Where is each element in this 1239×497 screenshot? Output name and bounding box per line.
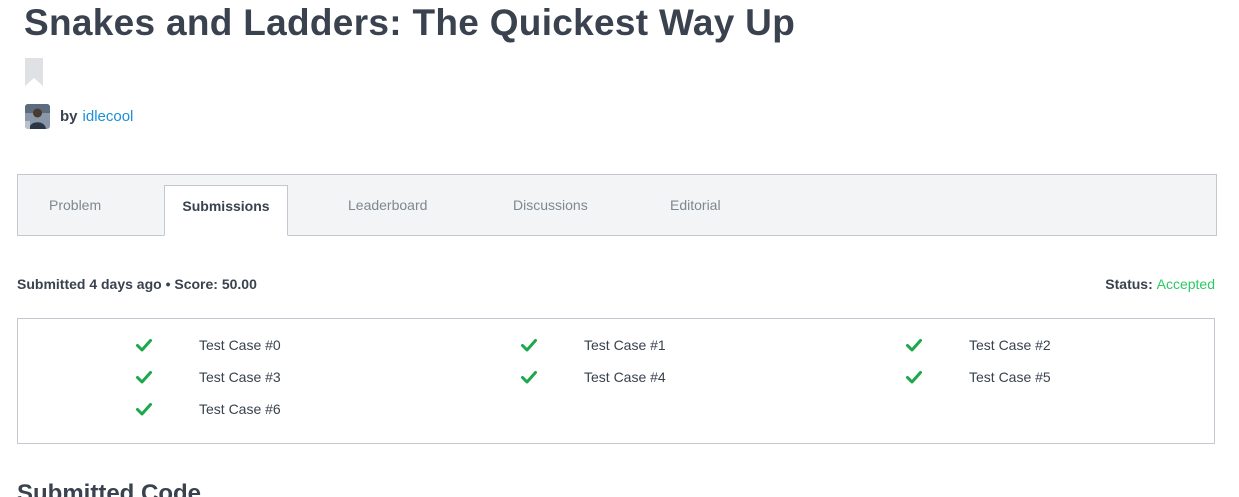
- tab-leaderboard[interactable]: Leaderboard: [348, 175, 427, 235]
- status-badge: Accepted: [1156, 276, 1215, 292]
- test-case-label: Test Case #6: [199, 401, 281, 417]
- check-icon: [136, 339, 152, 352]
- tab-submissions[interactable]: Submissions: [164, 185, 288, 236]
- check-icon: [136, 371, 152, 384]
- test-case-label: Test Case #1: [584, 337, 666, 353]
- test-case-5[interactable]: Test Case #5: [906, 367, 1051, 387]
- submission-summary: Submitted 4 days ago • Score: 50.00: [17, 276, 257, 292]
- submission-page: Snakes and Ladders: The Quickest Way Up …: [0, 0, 1239, 497]
- author-row: by idlecool: [25, 103, 133, 129]
- status-label: Status:: [1105, 276, 1153, 292]
- check-icon: [906, 371, 922, 384]
- test-case-1[interactable]: Test Case #1: [521, 335, 666, 355]
- tab-discussions[interactable]: Discussions: [513, 175, 588, 235]
- check-icon: [906, 339, 922, 352]
- submission-status: Status: Accepted: [1105, 276, 1215, 292]
- test-case-label: Test Case #0: [199, 337, 281, 353]
- check-icon: [521, 371, 537, 384]
- test-case-3[interactable]: Test Case #3: [136, 367, 281, 387]
- test-case-label: Test Case #4: [584, 369, 666, 385]
- test-case-2[interactable]: Test Case #2: [906, 335, 1051, 355]
- author-link[interactable]: idlecool: [83, 108, 134, 125]
- submitted-code-heading: Submitted Code: [17, 480, 201, 497]
- test-case-4[interactable]: Test Case #4: [521, 367, 666, 387]
- test-case-6[interactable]: Test Case #6: [136, 399, 281, 419]
- test-case-0[interactable]: Test Case #0: [136, 335, 281, 355]
- challenge-title: Snakes and Ladders: The Quickest Way Up: [24, 2, 796, 43]
- check-icon: [136, 403, 152, 416]
- test-case-label: Test Case #2: [969, 337, 1051, 353]
- tab-editorial[interactable]: Editorial: [670, 175, 721, 235]
- bookmark-icon[interactable]: [25, 58, 43, 86]
- challenge-tabs: Problem Submissions Leaderboard Discussi…: [17, 174, 1217, 236]
- submission-meta: Submitted 4 days ago • Score: 50.00 Stat…: [17, 276, 1215, 298]
- avatar[interactable]: [25, 103, 50, 129]
- check-icon: [521, 339, 537, 352]
- by-label: by: [60, 107, 78, 125]
- test-case-label: Test Case #5: [969, 369, 1051, 385]
- test-case-panel: Test Case #0 Test Case #1 Test Case #2 T…: [17, 318, 1215, 444]
- test-case-label: Test Case #3: [199, 369, 281, 385]
- tab-problem[interactable]: Problem: [49, 175, 101, 235]
